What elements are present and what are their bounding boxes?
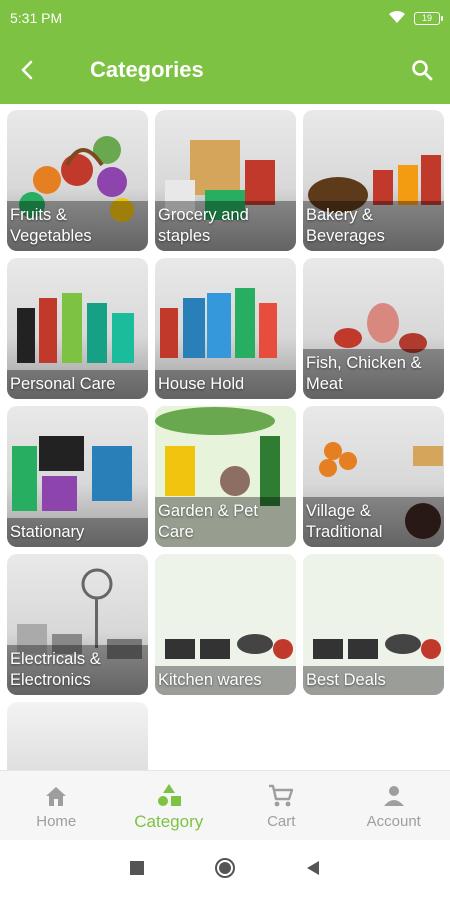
status-bar: 5:31 PM 19 — [0, 0, 450, 36]
nav-account[interactable]: Account — [338, 771, 450, 840]
category-tile-personal-care[interactable]: Personal Care — [7, 258, 148, 399]
battery-icon: 19 — [414, 11, 443, 25]
system-navigation-bar — [0, 840, 450, 900]
nav-category[interactable]: Category — [113, 771, 226, 840]
category-label: Fish, Chicken & Meat — [303, 349, 444, 399]
cart-icon — [267, 781, 295, 811]
category-label: Grocery and staples — [155, 201, 296, 251]
recent-apps-icon[interactable] — [130, 860, 144, 880]
category-label: Best Deals — [303, 666, 444, 695]
category-label: House Hold — [155, 370, 296, 399]
category-tile-electricals-electronics[interactable]: Electricals & Electronics — [7, 554, 148, 695]
account-icon — [382, 781, 406, 811]
category-label: Fruits & Vegetables — [7, 201, 148, 251]
nav-home[interactable]: Home — [0, 771, 113, 840]
nav-cart[interactable]: Cart — [225, 771, 338, 840]
category-tile-best-deals[interactable]: Best Deals — [303, 554, 444, 695]
back-system-icon[interactable] — [306, 860, 320, 881]
status-time: 5:31 PM — [10, 10, 63, 26]
category-label: Garden & Pet Care — [155, 497, 296, 547]
category-tile-stationary[interactable]: Stationary — [7, 406, 148, 547]
category-tile-village-traditional[interactable]: Village & Traditional — [303, 406, 444, 547]
category-tile-grocery-staples[interactable]: Grocery and staples — [155, 110, 296, 251]
home-icon — [43, 781, 69, 811]
category-tile-house-hold[interactable]: House Hold — [155, 258, 296, 399]
status-icons: 19 — [388, 10, 443, 27]
category-icon — [156, 780, 182, 810]
category-tile-fruits-vegetables[interactable]: Fruits & Vegetables — [7, 110, 148, 251]
nav-label: Home — [36, 813, 77, 830]
wifi-icon — [388, 10, 406, 27]
home-system-icon[interactable] — [214, 857, 236, 884]
nav-label: Account — [366, 813, 421, 830]
page-title: Categories — [90, 57, 204, 82]
category-label: Kitchen wares — [155, 666, 296, 695]
search-icon — [412, 60, 433, 81]
category-label: Stationary — [7, 518, 148, 547]
category-label: Village & Traditional — [303, 497, 444, 547]
app-bar: Categories — [0, 36, 450, 104]
category-tile-garden-pet-care[interactable]: Garden & Pet Care — [155, 406, 296, 547]
category-tile-kitchen-wares[interactable]: Kitchen wares — [155, 554, 296, 695]
back-button[interactable] — [0, 36, 56, 104]
search-button[interactable] — [394, 36, 450, 104]
battery-level: 19 — [421, 12, 432, 23]
category-label: Electricals & Electronics — [7, 645, 148, 695]
nav-label: Cart — [267, 813, 296, 830]
category-label: Bakery & Beverages — [303, 201, 444, 251]
category-label: Personal Care — [7, 370, 148, 399]
category-tile-bakery-beverages[interactable]: Bakery & Beverages — [303, 110, 444, 251]
category-grid: Fruits & Vegetables Grocery and staples … — [7, 110, 445, 782]
bottom-navigation: Home Category Cart Account — [0, 770, 450, 840]
back-arrow-icon — [21, 60, 33, 80]
nav-label: Category — [134, 811, 204, 831]
category-tile-fish-chicken-meat[interactable]: Fish, Chicken & Meat — [303, 258, 444, 399]
